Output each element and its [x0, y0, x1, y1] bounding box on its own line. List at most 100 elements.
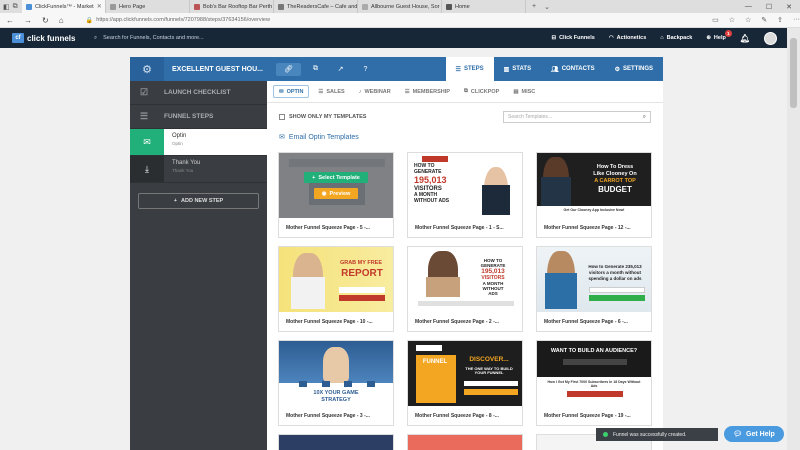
page-scrollbar[interactable] — [787, 28, 800, 450]
template-card[interactable]: How To Dress Like Clooney On A CARROT TO… — [536, 152, 652, 238]
refresh-icon[interactable]: ↻ — [42, 16, 49, 25]
tab-optin[interactable]: ✉ OPTIN — [273, 85, 310, 98]
template-card[interactable]: How to Generate 235,013 visitors a month… — [536, 246, 652, 332]
global-search[interactable]: ⌕ Search for Funnels, Contacts and more.… — [88, 35, 518, 42]
close-tab-icon[interactable]: ✕ — [97, 3, 102, 10]
new-tab-icon[interactable]: + — [532, 3, 536, 11]
step-optin[interactable]: ✉ Optin Optin — [130, 129, 267, 156]
select-template-button[interactable]: + Select Template — [304, 172, 368, 183]
template-card[interactable]: + Select Template ◉ Preview Mother Funnel … — [278, 152, 394, 238]
address-field[interactable]: 🔒 https://app.clickfunnels.com/funnels/7… — [86, 15, 704, 26]
nav-notifications[interactable]: 🔔︎ — [740, 34, 750, 43]
users-icon: 👥︎ — [551, 66, 559, 73]
funnel-settings-gear-icon[interactable]: ⚙ — [130, 57, 164, 81]
tab-back-icon[interactable]: ◧ — [3, 3, 10, 11]
add-new-step-button[interactable]: + ADD NEW STEP — [138, 193, 259, 209]
nav-help[interactable]: ⊕ Help 1 — [706, 30, 732, 41]
maximize-icon[interactable]: ☐ — [766, 3, 772, 11]
template-search-input[interactable]: Search Templates... ⌕ — [503, 111, 651, 123]
person-clothing — [482, 185, 510, 215]
tab-list-icon[interactable]: ⧉ — [13, 3, 18, 11]
step-thank-you[interactable]: ⤓ Thank You Thank You — [130, 156, 267, 183]
sidebar-launch-checklist[interactable]: ☑ LAUNCH CHECKLIST — [130, 81, 267, 105]
user-avatar[interactable] — [764, 31, 777, 45]
more-icon[interactable]: ··· — [793, 16, 800, 24]
template-card-partial[interactable] — [407, 434, 523, 450]
copy-icon[interactable]: ⧉ — [303, 63, 328, 76]
tab-menu-icon[interactable]: ⌄ — [544, 3, 550, 11]
template-card[interactable]: WANT TO BUILD AN AUDIENCE? How I Got My … — [536, 340, 652, 426]
checkbox[interactable] — [279, 114, 285, 120]
get-help-button[interactable]: 💬︎ Get Help — [724, 426, 784, 442]
favorites-hub-icon[interactable]: ☆ — [745, 16, 751, 24]
browser-tab-6[interactable]: Home — [442, 0, 526, 13]
template-card[interactable]: 10X YOUR GAME STRATEGY Mother Funnel Squ… — [278, 340, 394, 426]
favorite-star-icon[interactable]: ☆ — [729, 16, 735, 24]
search-icon: ⌕ — [94, 34, 98, 41]
browser-tab-title: Home — [455, 3, 470, 10]
template-card[interactable]: FUNNEL DISCOVER... THE ONE WAY TO BUILD … — [407, 340, 523, 426]
person-clothing — [541, 177, 571, 209]
notes-icon[interactable]: ✎ — [761, 16, 767, 24]
browser-nav: ← → ↻ ⌂ — [0, 16, 86, 25]
tab-steps[interactable]: ☰ STEPS — [445, 57, 494, 81]
gear-icon: ⚙ — [614, 66, 620, 73]
thumb-line: visitors a month without — [588, 270, 641, 275]
home-icon[interactable]: ⌂ — [59, 16, 64, 25]
nav-backpack[interactable]: ⌂ Backpack — [660, 35, 692, 41]
template-card-partial[interactable] — [278, 434, 394, 450]
thumb-line: A CARROT TOP — [594, 178, 636, 184]
template-thumbnail: 10X YOUR GAME STRATEGY — [279, 341, 393, 406]
app-logo[interactable]: cf click funnels — [0, 33, 88, 43]
forward-icon[interactable]: → — [24, 16, 32, 25]
template-caption: Mother Funnel Squeeze Page - 10 -... — [286, 318, 373, 325]
question-icon[interactable]: ? — [353, 63, 378, 76]
tab-membership[interactable]: ☰ MEMBERSHIP — [400, 85, 455, 98]
tab-label: MISC — [521, 88, 536, 95]
tab-misc[interactable]: ▤ MISC — [508, 85, 540, 98]
nav-actionetics[interactable]: ◠ Actionetics — [609, 35, 646, 41]
browser-tab-5[interactable]: Allbourne Guest House, Sor — [358, 0, 442, 13]
close-window-icon[interactable]: ✕ — [786, 3, 792, 11]
tab-settings[interactable]: ⚙ SETTINGS — [605, 57, 663, 81]
step-name: Optin — [172, 133, 187, 139]
notification-badge: 1 — [724, 30, 732, 37]
template-card[interactable]: HOW TO GENERATE 195,013 VISITORS A MONTH… — [407, 246, 523, 332]
thumb-line: REPORT — [341, 268, 383, 279]
template-card[interactable]: HOW TO GENERATE 195,013 VISITORS A MONTH… — [407, 152, 523, 238]
section-title-text: Email Optin Templates — [288, 133, 359, 141]
minimize-icon[interactable]: — — [745, 3, 752, 11]
tab-label: SETTINGS — [622, 66, 653, 72]
back-icon[interactable]: ← — [6, 16, 14, 25]
person-clothing — [291, 277, 325, 309]
browser-tab-title: Allbourne Guest House, Sor — [371, 3, 440, 10]
hover-actions: + Select Template ◉ Preview — [279, 153, 393, 218]
browser-tab-2[interactable]: Hero Page — [106, 0, 190, 13]
external-link-icon[interactable]: ↗ — [328, 63, 353, 76]
link-icon[interactable]: 🔗︎ — [276, 62, 301, 76]
favicon-icon — [278, 3, 284, 10]
browser-tab-4[interactable]: TheReadersCafe – Cafe and — [274, 0, 358, 13]
preview-button[interactable]: ◉ Preview — [313, 188, 359, 199]
eye-icon: ◉ — [321, 190, 327, 197]
tab-label: CLICKPOP — [470, 88, 500, 95]
template-thumbnail: WANT TO BUILD AN AUDIENCE? How I Got My … — [537, 341, 651, 406]
template-thumbnail: HOW TO GENERATE 195,013 VISITORS A MONTH… — [408, 247, 522, 312]
show-only-mine-toggle[interactable]: SHOW ONLY MY TEMPLATES — [279, 114, 366, 120]
template-caption: Mother Funnel Squeeze Page - 12 -... — [544, 224, 631, 231]
browser-tab-3[interactable]: Bob's Bar Rooftop Bar Perth — [190, 0, 274, 13]
tab-stats[interactable]: ▥ STATS — [494, 57, 541, 81]
tab-sales[interactable]: ☰ SALES — [313, 85, 349, 98]
scrollbar-thumb[interactable] — [790, 38, 797, 108]
tab-label: OPTIN — [286, 88, 304, 95]
template-card[interactable]: GRAB MY FREE REPORT Mother Funnel Squeez… — [278, 246, 394, 332]
tab-clickpop[interactable]: ⧉ CLICKPOP — [459, 85, 504, 98]
share-icon[interactable]: ⇪ — [777, 16, 783, 24]
browser-tab-1[interactable]: ClickFunnels™ - Market ✕ — [22, 0, 106, 13]
tab-contacts[interactable]: 👥︎ CONTACTS — [541, 57, 605, 81]
search-placeholder: Search Templates... — [508, 114, 553, 120]
tab-webinar[interactable]: ♪ WEBINAR — [354, 85, 396, 98]
reading-view-icon[interactable]: ▭ — [712, 16, 719, 24]
nav-clickfunnels[interactable]: ⊟ Click Funnels — [551, 35, 594, 41]
favicon-icon — [194, 3, 200, 10]
